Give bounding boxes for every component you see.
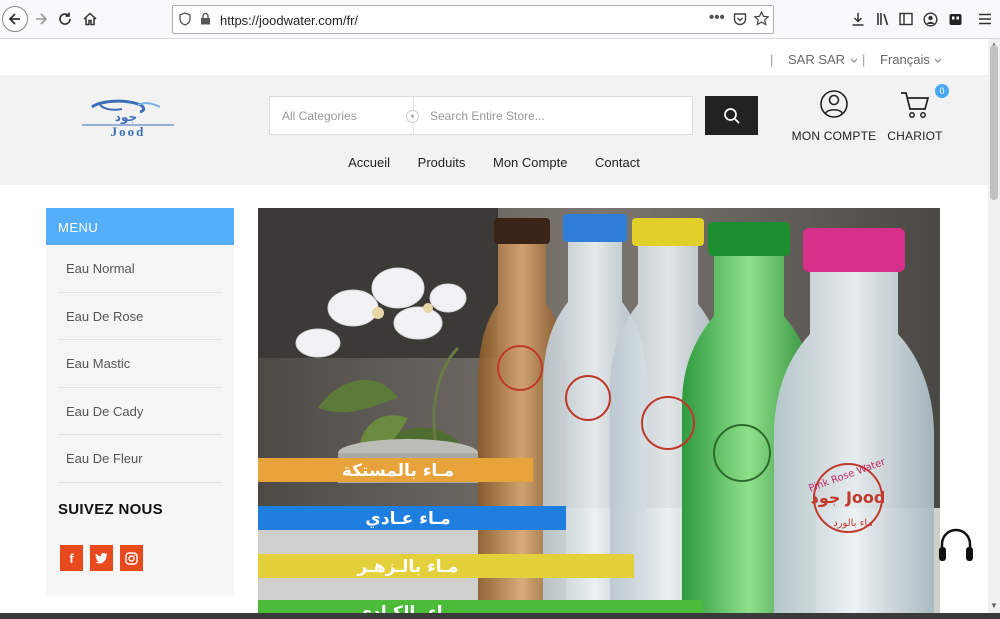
menu-item-eau-de-cady[interactable]: Eau De Cady bbox=[58, 388, 222, 435]
cart-label: CHARIOT bbox=[887, 129, 943, 143]
language-label: Français bbox=[880, 52, 930, 67]
main-nav: Accueil Produits Mon Compte Contact bbox=[0, 155, 988, 170]
star-icon[interactable] bbox=[753, 10, 770, 29]
back-arrow-icon[interactable] bbox=[2, 6, 28, 32]
label-mastic: مـاء بالمستكة bbox=[342, 461, 454, 481]
sidebar: MENU Eau Normal Eau De Rose Eau Mastic E… bbox=[46, 208, 234, 596]
menu-item-eau-de-fleur[interactable]: Eau De Fleur bbox=[58, 435, 222, 483]
separator: | bbox=[862, 52, 866, 67]
twitter-icon[interactable] bbox=[90, 545, 113, 571]
url-bar[interactable]: https://joodwater.com/fr/ ••• bbox=[172, 5, 774, 34]
menu-item-eau-de-rose[interactable]: Eau De Rose bbox=[58, 293, 222, 340]
bottle-brand: جود Jood bbox=[811, 488, 886, 507]
follow-us-title: SUIVEZ NOUS bbox=[58, 501, 163, 518]
cart-link[interactable]: 0 CHARIOT bbox=[885, 84, 949, 143]
search-input[interactable]: Search Entire Store... bbox=[430, 109, 545, 123]
hamburger-menu-icon[interactable] bbox=[972, 6, 998, 32]
chevron-down-icon bbox=[935, 58, 942, 63]
extension-icon[interactable] bbox=[942, 6, 968, 32]
menu-item-eau-normal[interactable]: Eau Normal bbox=[58, 245, 222, 293]
currency-switcher[interactable]: SAR SAR bbox=[788, 52, 858, 67]
account-link[interactable]: MON COMPTE bbox=[790, 88, 878, 143]
cart-icon bbox=[901, 92, 930, 118]
chevron-down-icon[interactable]: ▾ bbox=[406, 110, 419, 123]
nav-item-mon-compte[interactable]: Mon Compte bbox=[493, 155, 567, 170]
chevron-down-icon bbox=[850, 58, 858, 63]
language-switcher[interactable]: Français bbox=[880, 52, 942, 67]
lock-icon[interactable] bbox=[200, 12, 211, 28]
scrollbar-thumb[interactable] bbox=[990, 45, 998, 200]
nav-item-contact[interactable]: Contact bbox=[595, 155, 640, 170]
label-cady: مـاء بالكـادي bbox=[357, 603, 460, 613]
account-circle-icon[interactable] bbox=[917, 6, 943, 32]
instagram-icon[interactable] bbox=[120, 545, 143, 571]
category-select[interactable]: All Categories bbox=[282, 109, 357, 123]
headset-support-icon[interactable] bbox=[937, 525, 975, 565]
scroll-down-arrow-icon[interactable]: ▼ bbox=[990, 601, 998, 610]
svg-text:Jood: Jood bbox=[111, 124, 146, 139]
download-icon[interactable] bbox=[845, 6, 871, 32]
reload-icon[interactable] bbox=[52, 6, 78, 32]
search-button[interactable] bbox=[705, 96, 758, 135]
hero-banner[interactable]: Pink Rose Water جود Jood ماء بالورد مـاء… bbox=[258, 208, 940, 613]
home-icon[interactable] bbox=[77, 6, 103, 32]
search-bar: All Categories ▾ Search Entire Store... bbox=[269, 96, 693, 135]
menu-item-eau-mastic[interactable]: Eau Mastic bbox=[58, 340, 222, 388]
jood-logo[interactable]: جود Jood bbox=[78, 97, 178, 139]
forward-arrow-icon[interactable] bbox=[28, 6, 54, 32]
shield-icon[interactable] bbox=[179, 12, 191, 29]
account-label: MON COMPTE bbox=[791, 129, 877, 143]
label-normal: مـاء عـادي bbox=[365, 509, 450, 529]
nav-item-accueil[interactable]: Accueil bbox=[348, 155, 390, 170]
svg-text:جود: جود bbox=[115, 110, 137, 125]
top-bar: | SAR SAR | Français bbox=[0, 39, 988, 75]
separator: | bbox=[770, 52, 774, 67]
taskbar-edge bbox=[0, 613, 1000, 619]
menu-title: MENU bbox=[46, 208, 234, 245]
nav-item-produits[interactable]: Produits bbox=[418, 155, 466, 170]
bottle-label-arabic: ماء بالورد bbox=[833, 518, 873, 529]
search-icon bbox=[723, 107, 740, 124]
facebook-icon[interactable]: f bbox=[60, 545, 83, 571]
label-fleur: مـاء بالـزهـر bbox=[356, 557, 458, 577]
site-header: جود Jood All Categories ▾ Search Entire … bbox=[0, 75, 988, 185]
currency-label: SAR SAR bbox=[788, 52, 846, 67]
cart-count-badge: 0 bbox=[935, 84, 949, 98]
user-icon bbox=[820, 90, 848, 118]
more-dots-icon[interactable]: ••• bbox=[709, 9, 725, 26]
sidebar-toggle-icon[interactable] bbox=[893, 6, 919, 32]
hero-image: Pink Rose Water جود Jood ماء بالورد مـاء… bbox=[258, 208, 940, 613]
browser-toolbar: https://joodwater.com/fr/ ••• bbox=[0, 0, 1000, 39]
pocket-icon[interactable] bbox=[733, 12, 747, 29]
url-text[interactable]: https://joodwater.com/fr/ bbox=[220, 13, 358, 28]
web-page: | SAR SAR | Français جود Jood All Catego… bbox=[0, 39, 988, 613]
